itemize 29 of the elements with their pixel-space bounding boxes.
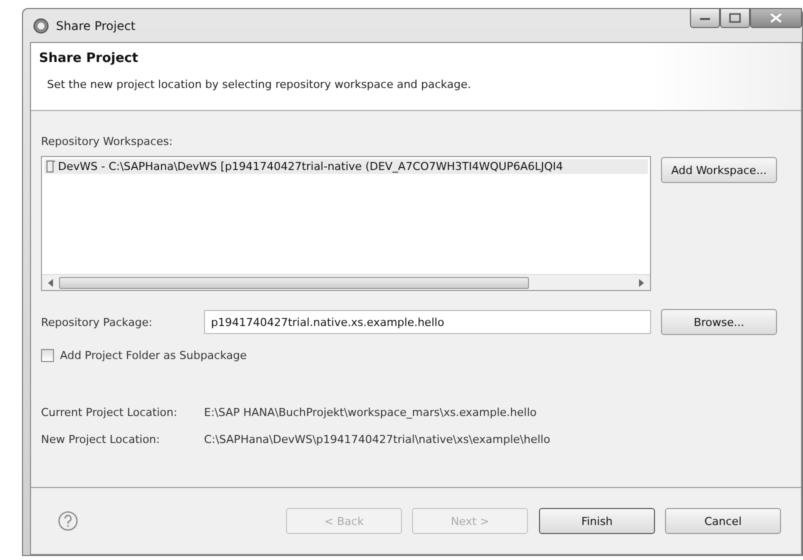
minimize-icon: [700, 16, 710, 20]
scroll-left-icon[interactable]: [48, 278, 53, 286]
page-title: Share Project: [39, 51, 140, 66]
workspace-icon: [46, 160, 56, 173]
minimize-button[interactable]: [690, 8, 720, 28]
page-description: Set the new project location by selecting repository workspace and package.: [46, 78, 472, 91]
workspace-item[interactable]: DevWS - C:\SAPHana\DevWS [p1941740427trial-native (DEV_A7CO7WH3TI4WQUP6A6LJQI4: [44, 159, 648, 174]
dialog-button[interactable]: Cancel: [665, 508, 781, 534]
location-value: C:\SAPHana\DevWS\p1941740427trial\native\xs\example\hello: [204, 433, 550, 446]
package-field[interactable]: p1941740427trial.native.xs.example.hello: [204, 310, 651, 334]
location-value: E:\SAP HANA\BuchProjekt\workspace_mars\xs.example.hello: [204, 406, 537, 419]
gear-icon: [32, 16, 50, 34]
location-label: New Project Location:: [41, 433, 161, 446]
close-button[interactable]: [750, 8, 802, 28]
scroll-right-icon[interactable]: [639, 278, 644, 286]
package-label: Repository Package:: [41, 316, 154, 328]
browse-button[interactable]: Browse...: [661, 309, 777, 335]
maximize-icon: [729, 13, 741, 23]
location-label: Current Project Location:: [41, 406, 178, 419]
dialog-button[interactable]: Finish: [539, 508, 655, 534]
workspaces-label: Repository Workspaces:: [41, 135, 174, 148]
close-icon: [770, 13, 782, 23]
horizontal-scrollbar[interactable]: [42, 274, 650, 290]
window-title: Share Project: [56, 18, 136, 32]
add-workspace-button[interactable]: Add Workspace...: [661, 157, 777, 183]
maximize-button[interactable]: [720, 8, 750, 28]
subpackage-label: Add Project Folder as Subpackage: [60, 349, 247, 362]
help-icon[interactable]: [58, 511, 78, 531]
checkbox[interactable]: [41, 349, 54, 362]
